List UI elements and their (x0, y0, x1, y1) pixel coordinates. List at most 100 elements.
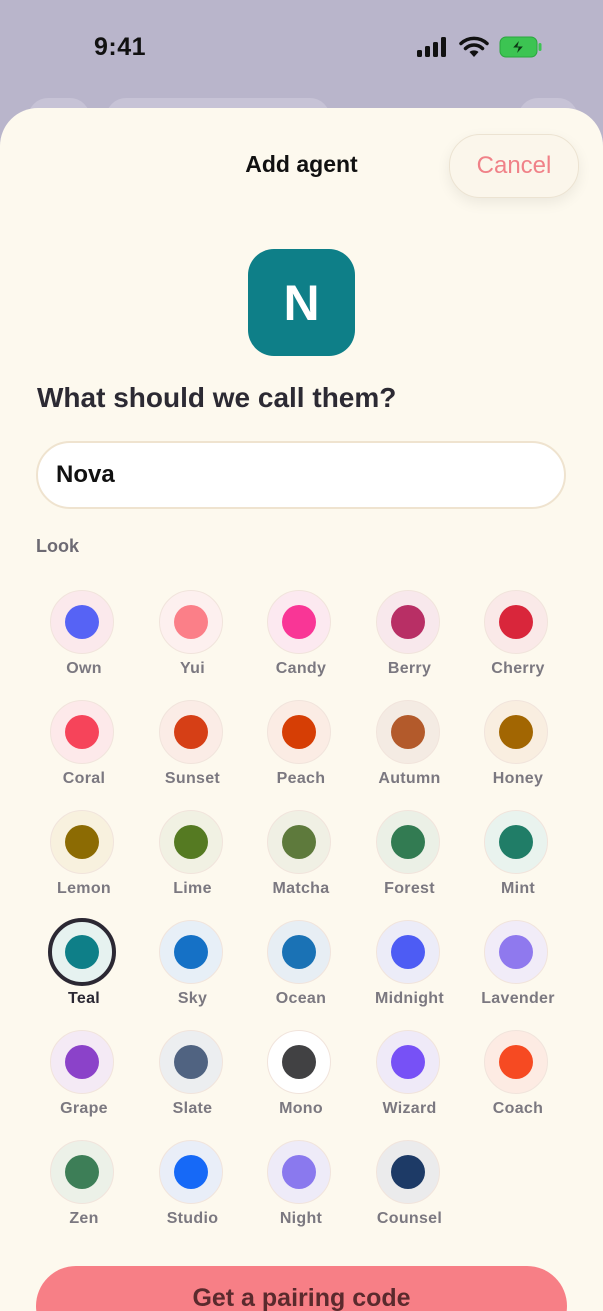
swatch-ring (50, 1030, 114, 1094)
color-swatch-counsel[interactable]: Counsel (356, 1138, 464, 1248)
color-swatch-grape[interactable]: Grape (30, 1028, 138, 1138)
swatch-ring (484, 1030, 548, 1094)
color-swatch-mint[interactable]: Mint (464, 808, 572, 918)
name-question: What should we call them? (37, 382, 397, 413)
agent-name-input[interactable]: Nova (36, 441, 566, 509)
swatch-ring (267, 590, 331, 654)
color-swatch-peach[interactable]: Peach (247, 698, 355, 808)
swatch-label: Lemon (57, 880, 111, 897)
swatch-ring (158, 810, 223, 874)
swatch-label: Coral (62, 770, 106, 787)
swatch-label: Night (279, 1210, 323, 1227)
swatch-ring (50, 810, 114, 874)
swatch-ring (158, 1030, 223, 1094)
swatch-color-dot (65, 1155, 99, 1189)
swatch-color-dot (173, 935, 208, 969)
swatch-color-dot (499, 825, 533, 859)
swatch-ring (375, 810, 440, 874)
color-swatch-coach[interactable]: Coach (464, 1028, 572, 1138)
swatch-ring (375, 700, 440, 764)
swatch-label: Studio (166, 1210, 219, 1227)
swatch-label: Slate (172, 1100, 213, 1117)
status-time: 9:41 (94, 33, 147, 61)
status-icons (417, 36, 543, 58)
color-swatch-mono[interactable]: Mono (247, 1028, 355, 1138)
swatch-color-dot (65, 605, 99, 639)
swatch-label: Forest (384, 880, 435, 897)
swatch-color-dot (65, 935, 99, 969)
swatch-ring (375, 590, 440, 654)
swatch-ring (158, 1140, 223, 1204)
color-swatch-coral[interactable]: Coral (30, 698, 138, 808)
color-swatch-honey[interactable]: Honey (464, 698, 572, 808)
swatch-label: Honey (492, 770, 544, 787)
color-swatch-autumn[interactable]: Autumn (356, 698, 464, 808)
swatch-label: Zen (69, 1210, 99, 1227)
swatch-color-dot (499, 1045, 533, 1079)
swatch-label: Lavender (481, 990, 555, 1007)
color-swatch-zen[interactable]: Zen (30, 1138, 138, 1248)
swatch-ring (484, 700, 548, 764)
color-swatch-lemon[interactable]: Lemon (30, 808, 138, 918)
color-swatch-cherry[interactable]: Cherry (464, 588, 572, 698)
color-swatch-matcha[interactable]: Matcha (247, 808, 355, 918)
color-swatch-berry[interactable]: Berry (356, 588, 464, 698)
swatch-color-dot (282, 715, 316, 749)
color-swatch-own[interactable]: Own (30, 588, 138, 698)
swatch-label: Peach (276, 770, 326, 787)
swatch-label: Lime (173, 880, 212, 897)
swatch-color-dot (173, 825, 208, 859)
swatch-label: Midnight (374, 990, 445, 1007)
swatch-color-dot (173, 715, 208, 749)
swatch-ring (267, 920, 331, 984)
swatch-ring (375, 1030, 440, 1094)
color-swatch-wizard[interactable]: Wizard (356, 1028, 464, 1138)
swatch-color-dot (390, 825, 425, 859)
color-swatch-midnight[interactable]: Midnight (356, 918, 464, 1028)
color-swatch-lime[interactable]: Lime (139, 808, 247, 918)
swatch-color-dot (65, 715, 99, 749)
swatch-color-dot (282, 605, 316, 639)
color-swatch-sunset[interactable]: Sunset (139, 698, 247, 808)
swatch-color-dot (390, 715, 425, 749)
get-pairing-code-button[interactable]: Get a pairing code (36, 1266, 567, 1311)
swatch-label: Sky (177, 990, 208, 1007)
color-swatch-ocean[interactable]: Ocean (247, 918, 355, 1028)
color-swatch-candy[interactable]: Candy (247, 588, 355, 698)
swatch-ring (158, 590, 223, 654)
wifi-icon (459, 36, 489, 57)
color-swatch-grid: Own Yui Candy Berry Cherry Coral Sunset Peach Au… (30, 588, 575, 1238)
swatch-color-dot (173, 1045, 208, 1079)
add-agent-sheet: Add agent Cancel N What should we call t… (0, 108, 603, 1311)
swatch-ring (158, 700, 223, 764)
swatch-label: Autumn (378, 770, 441, 787)
swatch-label: Ocean (275, 990, 327, 1007)
color-swatch-slate[interactable]: Slate (139, 1028, 247, 1138)
swatch-label: Yui (180, 660, 205, 677)
swatch-ring (484, 810, 548, 874)
cancel-button[interactable]: Cancel (449, 134, 579, 198)
color-swatch-teal[interactable]: Teal (30, 918, 138, 1028)
color-swatch-yui[interactable]: Yui (139, 588, 247, 698)
color-swatch-forest[interactable]: Forest (356, 808, 464, 918)
swatch-ring (50, 700, 114, 764)
battery-charging-icon (499, 36, 542, 58)
swatch-label: Mint (500, 880, 536, 897)
agent-avatar: N (248, 249, 355, 356)
swatch-label: Matcha (272, 880, 330, 897)
swatch-label: Wizard (382, 1100, 437, 1117)
swatch-label: Grape (60, 1100, 108, 1117)
color-swatch-lavender[interactable]: Lavender (464, 918, 572, 1028)
swatch-ring (267, 700, 331, 764)
look-section-label: Look (36, 536, 79, 556)
cellular-signal-icon (417, 37, 446, 57)
color-swatch-studio[interactable]: Studio (139, 1138, 247, 1248)
swatch-label: Own (66, 660, 102, 677)
swatch-ring (267, 810, 331, 874)
swatch-ring (375, 920, 440, 984)
selected-swatch-ring (48, 918, 116, 986)
color-swatch-night[interactable]: Night (247, 1138, 355, 1248)
swatch-ring (375, 1140, 440, 1204)
swatch-color-dot (390, 1045, 425, 1079)
color-swatch-sky[interactable]: Sky (139, 918, 247, 1028)
